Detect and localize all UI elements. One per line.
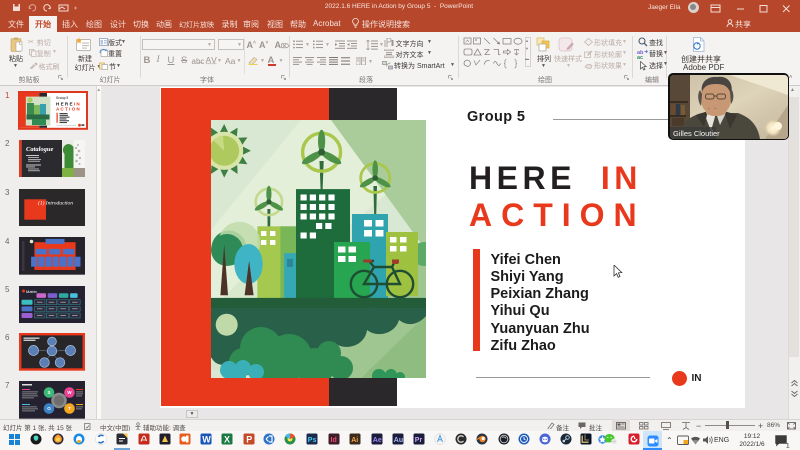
svg-text:ac: ac: [637, 55, 643, 59]
svg-text:1: 1: [786, 443, 790, 449]
svg-text:Ps: Ps: [308, 437, 317, 444]
svg-text:Catalogue: Catalogue: [26, 146, 54, 153]
svg-text:O: O: [47, 406, 51, 411]
svg-text:Ai: Ai: [351, 437, 358, 444]
svg-text:Group 5: Group 5: [55, 96, 67, 100]
svg-text:Matrix: Matrix: [26, 289, 37, 294]
svg-text:Gilles Cloutier: Gilles Cloutier: [673, 129, 720, 138]
svg-text:Pr: Pr: [415, 437, 423, 444]
svg-text:X: X: [224, 435, 230, 445]
svg-text:A C T I O N: A C T I O N: [55, 107, 79, 112]
svg-text:P: P: [246, 435, 252, 445]
svg-text:(1) Introduction: (1) Introduction: [38, 199, 73, 206]
svg-text:Id: Id: [330, 437, 336, 444]
svg-text:Ae: Ae: [372, 437, 381, 444]
svg-text:T: T: [68, 406, 71, 411]
svg-text:Au: Au: [394, 437, 403, 444]
svg-text:W: W: [202, 435, 211, 445]
svg-text:S: S: [48, 390, 51, 395]
